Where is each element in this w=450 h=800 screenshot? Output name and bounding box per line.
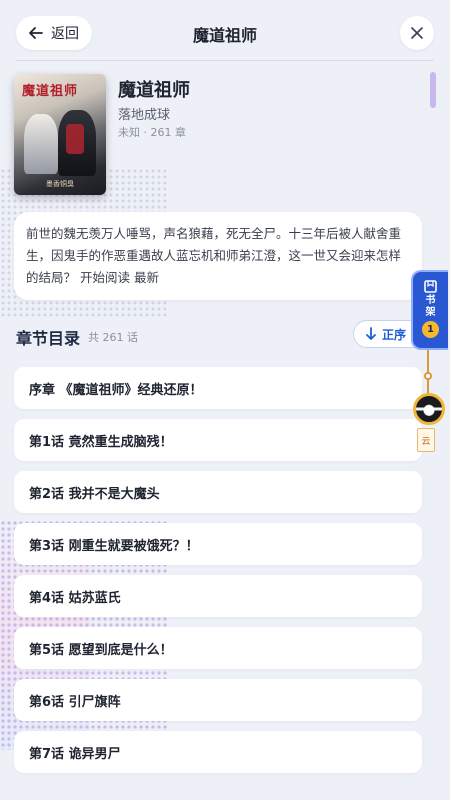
cover-figure-white [24,114,58,174]
cover-subtitle: 墨香铜臭 [46,180,74,188]
catalog-count: 共 261 话 [88,331,138,344]
bookshelf-icon [424,280,437,293]
page-title: 魔道祖师 [192,26,257,45]
bookshelf-badge: 1 [422,321,439,338]
cover-figure-accent [66,124,84,154]
charm-bead [424,372,432,380]
book-description[interactable]: 前世的魏无羡万人唾骂，声名狼藉，死无全尸。十三年后被人献舍重生，因鬼手的作恶重遇… [14,212,422,300]
chapter-item[interactable]: 第2话 我并不是大魔头 [14,471,422,513]
chapter-item[interactable]: 序章 《魔道祖师》经典还原！ [14,367,422,409]
close-button[interactable] [400,16,434,50]
close-icon [411,27,423,39]
book-cover[interactable]: 魔道祖师 墨香铜臭 [14,74,106,195]
header: 返回 魔道祖师 [0,0,450,64]
bookshelf-tab[interactable]: 书架 1 [411,270,448,350]
charm-tassel: 云 [417,428,435,452]
cover-title: 魔道祖师 [22,84,79,99]
scrollbar-thumb[interactable] [430,72,436,108]
catalog-title: 章节目录 [16,329,81,348]
charm-icon[interactable] [413,393,445,425]
sort-label: 正序 [382,327,407,342]
bookshelf-label: 书架 [425,295,436,318]
chapter-item[interactable]: 第5话 愿望到底是什么！ [14,627,422,669]
book-title: 魔道祖师 [118,80,190,101]
header-divider [16,60,434,61]
book-meta: 未知 · 261 章 [118,126,186,139]
chapter-item[interactable]: 第4话 姑苏蓝氏 [14,575,422,617]
book-author[interactable]: 落地成球 [118,104,170,123]
arrow-down-icon [366,327,376,340]
chapter-item[interactable]: 第3话 刚重生就要被饿死？！ [14,523,422,565]
chapter-item[interactable]: 第7话 诡异男尸 [14,731,422,773]
chapter-item[interactable]: 第6话 引尸旗阵 [14,679,422,721]
chapter-item[interactable]: 第1话 竟然重生成脑残！ [14,419,422,461]
